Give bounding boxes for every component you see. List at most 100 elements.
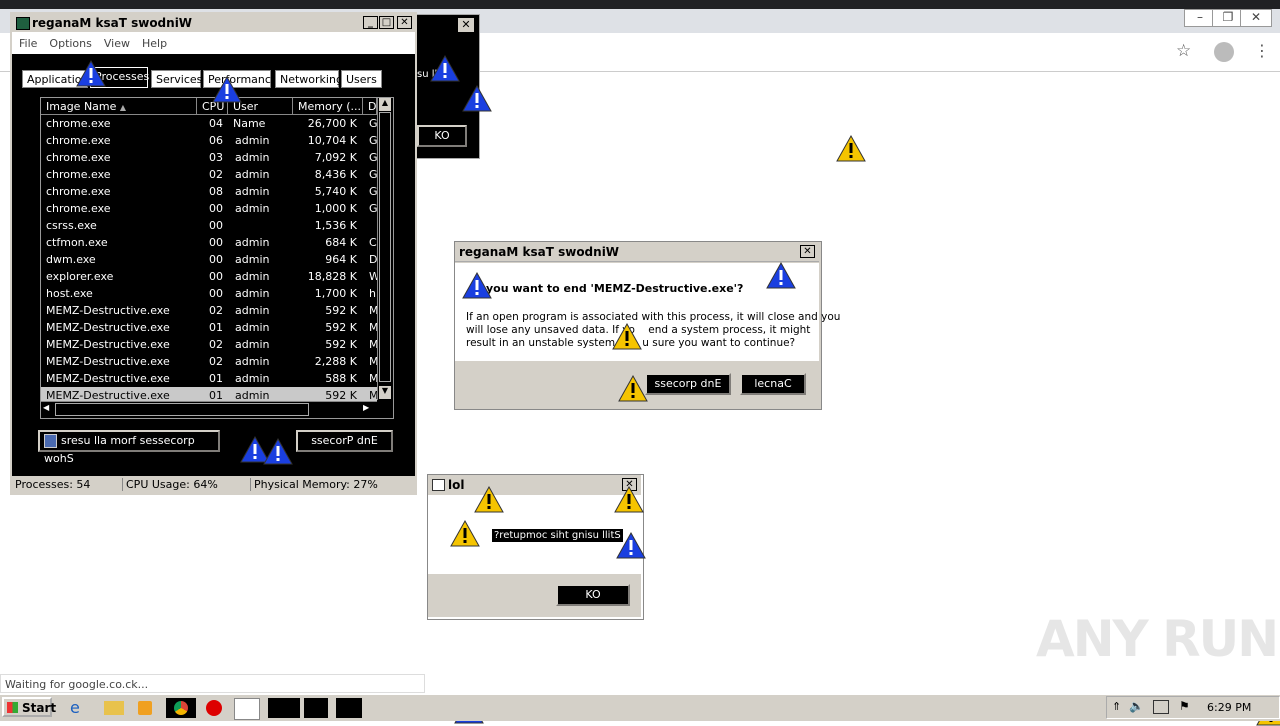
cell-user: admin xyxy=(235,151,270,164)
window-icon xyxy=(432,479,445,491)
table-row[interactable]: MEMZ-Destructive.exe 01 admin 588 KM xyxy=(41,370,379,387)
notepad-button[interactable] xyxy=(234,698,260,720)
flag-icon[interactable]: ⚑ xyxy=(1179,699,1190,713)
start-label: Start xyxy=(22,701,57,715)
cell-user: admin xyxy=(235,338,270,351)
cell-name: chrome.exe xyxy=(46,202,111,215)
scroll-up-icon[interactable]: ▲ xyxy=(379,98,391,111)
tab-services[interactable]: Services xyxy=(151,70,202,88)
opera-icon[interactable] xyxy=(206,700,222,716)
windows-logo-icon xyxy=(7,702,18,713)
folder-icon[interactable] xyxy=(104,701,124,715)
table-row[interactable]: MEMZ-Destructive.exe 02 admin 592 KM xyxy=(41,302,379,319)
ok-button[interactable]: KO xyxy=(556,584,630,606)
calculator-button[interactable] xyxy=(304,698,328,718)
volume-icon[interactable]: 🔈 xyxy=(1129,699,1144,713)
column-image-name[interactable]: Image Name ▲ xyxy=(41,98,197,115)
maximize-icon[interactable]: □ xyxy=(379,16,394,29)
taskbar: Start e ⇑ 🔈 ⚑ 6:29 PM xyxy=(0,694,1280,721)
task-manager-taskbar-button[interactable] xyxy=(268,698,300,718)
cell-cpu: 02 xyxy=(209,168,223,181)
cell-name: MEMZ-Destructive.exe xyxy=(46,338,170,351)
cell-mem: 964 K xyxy=(325,253,357,266)
table-row[interactable]: MEMZ-Destructive.exe 02 admin 592 KM xyxy=(41,336,379,353)
lol-message: ?retupmoc siht gnisu llitS xyxy=(492,529,623,542)
task-manager-icon xyxy=(16,17,30,30)
dialog-line-2: will lose any unsaved data. If yo end a … xyxy=(466,324,811,336)
column-label: Image Name xyxy=(46,100,117,113)
close-icon[interactable]: ✕ xyxy=(800,245,815,258)
dialog-title: reganaM ksaT swodniW xyxy=(459,245,620,259)
table-row[interactable]: chrome.exe 06 admin 10,704 KG xyxy=(41,132,378,149)
chrome-icon xyxy=(174,701,188,715)
tab-networking[interactable]: Networking xyxy=(275,70,343,88)
dialog-titlebar: reganaM ksaT swodniW ✕ xyxy=(455,242,819,262)
table-row[interactable]: host.exe 00 admin 1,700 K h xyxy=(41,285,377,302)
horizontal-scrollbar[interactable]: ◀ ▶ xyxy=(41,401,377,416)
cell-cpu: 04 xyxy=(209,117,223,130)
watermark: ANY RUN xyxy=(1036,610,1279,668)
table-row[interactable]: chrome.exe 04 26,700 KG xyxy=(41,115,378,132)
ie-icon[interactable]: e xyxy=(70,698,90,718)
table-row[interactable]: chrome.exe 02 admin 8,436 KG xyxy=(41,166,378,183)
table-row[interactable]: chrome.exe 08 admin 5,740 KG xyxy=(41,183,378,200)
table-row[interactable]: MEMZ-Destructive.exe 02 admin 2,288 KM xyxy=(41,353,379,370)
cell-name: chrome.exe xyxy=(46,168,111,181)
status-processes: Processes: 54 xyxy=(15,478,91,491)
table-row[interactable]: MEMZ-Destructive.exe 01 admin 592 KM xyxy=(41,319,379,336)
show-all-processes-button[interactable]: sresu lla morf sessecorp wohS xyxy=(38,430,220,465)
title-strip xyxy=(0,0,1280,9)
cell-d: C xyxy=(369,236,377,249)
status-cpu: CPU Usage: 64% xyxy=(122,478,218,491)
minimize-icon[interactable]: _ xyxy=(363,16,378,29)
cell-mem: 1,000 K xyxy=(314,202,357,215)
cell-mem: 684 K xyxy=(325,236,357,249)
vertical-scrollbar[interactable]: ▲ ▼ xyxy=(377,98,392,400)
dialog-line-3: result in an unstable system. A u sure y… xyxy=(466,337,796,349)
cell-user: admin xyxy=(235,168,270,181)
table-row[interactable]: dwm.exe 00 admin 964 KD xyxy=(41,251,377,268)
column-description[interactable]: D xyxy=(363,98,377,115)
close-icon[interactable]: ✕ xyxy=(457,17,475,33)
cell-cpu: 06 xyxy=(209,134,223,147)
star-icon[interactable]: ☆ xyxy=(1176,41,1191,61)
column-memory[interactable]: Memory (... xyxy=(293,98,363,115)
cell-user: admin xyxy=(235,134,270,147)
cell-user: admin xyxy=(235,185,270,198)
hscroll-thumb[interactable] xyxy=(55,403,309,416)
scroll-right-icon[interactable]: ▶ xyxy=(363,403,369,412)
table-row[interactable]: csrss.exe 00 1,536 K xyxy=(41,217,377,234)
table-row[interactable]: chrome.exe 00 admin 1,000 KG xyxy=(41,200,378,217)
end-process-button[interactable]: ssecorP dnE xyxy=(296,430,393,452)
cell-name: MEMZ-Destructive.exe xyxy=(46,372,170,385)
scroll-thumb[interactable] xyxy=(379,112,391,382)
start-button[interactable]: Start xyxy=(2,697,56,717)
cell-mem: 2,288 K xyxy=(314,355,357,368)
cancel-button[interactable]: lecnaC xyxy=(740,373,806,395)
media-player-icon[interactable] xyxy=(138,701,152,715)
menu-help[interactable]: Help xyxy=(135,32,172,50)
scroll-left-icon[interactable]: ◀ xyxy=(43,403,49,412)
network-icon[interactable] xyxy=(1153,700,1169,714)
profile-avatar-icon[interactable] xyxy=(1214,42,1234,62)
menu-file[interactable]: File xyxy=(12,32,42,50)
close-icon[interactable]: ✕ xyxy=(1240,9,1272,27)
menu-view[interactable]: View xyxy=(97,32,135,50)
ok-button[interactable]: KO xyxy=(417,125,467,147)
chrome-taskbar-button[interactable] xyxy=(166,698,196,718)
menu-options[interactable]: Options xyxy=(42,32,96,50)
tray-expand-icon[interactable]: ⇑ xyxy=(1112,700,1121,713)
table-row[interactable]: chrome.exe 03 admin 7,092 KG xyxy=(41,149,378,166)
menu-dots-icon[interactable]: ⋮ xyxy=(1254,41,1270,60)
end-process-confirm-button[interactable]: ssecorp dnE xyxy=(645,373,731,395)
cell-name: host.exe xyxy=(46,287,93,300)
close-icon[interactable]: ✕ xyxy=(397,16,412,29)
table-row[interactable]: explorer.exe 00 admin 18,828 KW xyxy=(41,268,380,285)
tab-users[interactable]: Users xyxy=(341,70,382,88)
table-row[interactable]: ctfmon.exe 00 admin 684 K C xyxy=(41,234,377,251)
task-manager-titlebar: reganaM ksaT swodniW _ □ ✕ xyxy=(12,14,415,32)
scroll-down-icon[interactable]: ▼ xyxy=(379,386,391,399)
sort-up-icon: ▲ xyxy=(119,103,127,112)
window-taskbar-button[interactable] xyxy=(336,698,362,718)
cell-cpu: 00 xyxy=(209,202,223,215)
